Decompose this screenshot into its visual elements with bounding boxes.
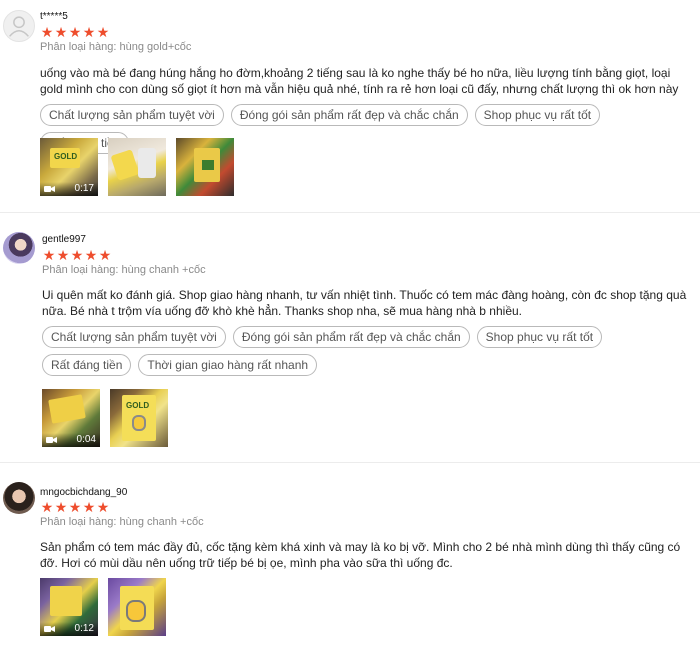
star-icon: ★ [56,247,70,263]
star-icon: ★ [84,247,98,263]
star-icon: ★ [68,24,82,40]
star-icon: ★ [54,24,68,40]
video-thumbnail[interactable]: GOLD 0:17 [40,138,98,196]
photo-thumbnail[interactable] [108,578,166,636]
star-icon: ★ [42,247,56,263]
review-media: GOLD 0:17 [40,138,234,196]
star-rating: ★★★★★ [40,500,110,514]
photo-thumbnail[interactable] [176,138,234,196]
star-icon: ★ [82,24,96,40]
review-media: 0:04 GOLD [42,389,168,447]
video-camera-icon [44,626,55,632]
video-camera-icon [46,437,57,443]
tag-value[interactable]: Rất đáng tiền [42,354,132,376]
reviewer-username: t*****5 [40,11,68,22]
review-divider [0,462,700,463]
star-rating: ★★★★★ [42,248,112,262]
review-text: uống vào mà bé đang húng hắng ho đờm,kho… [40,66,679,96]
star-icon: ★ [96,24,110,40]
star-icon: ★ [98,247,112,263]
star-icon: ★ [82,499,96,515]
tag-delivery[interactable]: Thời gian giao hàng rất nhanh [138,354,318,376]
product-variant: Phân loại hàng: hùng gold+cốc [40,41,192,53]
avatar[interactable] [3,232,35,264]
avatar-placeholder[interactable] [3,10,35,42]
tag-quality[interactable]: Chất lượng sản phẩm tuyệt vời [42,326,226,348]
tag-service[interactable]: Shop phục vụ rất tốt [474,104,601,126]
review-tags: Chất lượng sản phẩm tuyệt vời Đóng gói s… [42,326,692,376]
video-duration: 0:17 [74,183,94,194]
video-duration: 0:12 [74,623,94,634]
photo-thumbnail[interactable]: GOLD [110,389,168,447]
star-icon: ★ [40,24,54,40]
reviewer-username: mngocbichdang_90 [40,487,128,498]
product-variant: Phân loại hàng: hùng chanh +cốc [40,516,204,528]
product-variant: Phân loại hàng: hùng chanh +cốc [42,264,206,276]
tag-packaging[interactable]: Đóng gói sản phẩm rất đẹp và chắc chắn [230,104,468,126]
tag-quality[interactable]: Chất lượng sản phẩm tuyệt vời [40,104,224,126]
reviewer-username: gentle997 [42,234,86,245]
avatar[interactable] [3,482,35,514]
video-thumbnail[interactable]: 0:12 [40,578,98,636]
review-media: 0:12 [40,578,166,636]
review-text: Sản phẩm có tem mác đầy đủ, cốc tặng kèm… [40,540,681,570]
video-camera-icon [44,186,55,192]
star-rating: ★★★★★ [40,25,110,39]
star-icon: ★ [70,247,84,263]
star-icon: ★ [40,499,54,515]
star-icon: ★ [68,499,82,515]
star-icon: ★ [54,499,68,515]
star-icon: ★ [96,499,110,515]
review-divider [0,212,700,213]
video-duration: 0:04 [76,434,96,445]
tag-service[interactable]: Shop phục vụ rất tốt [476,326,603,348]
photo-thumbnail[interactable] [108,138,166,196]
tag-packaging[interactable]: Đóng gói sản phẩm rất đẹp và chắc chắn [232,326,470,348]
review-text: Ui quên mất ko đánh giá. Shop giao hàng … [42,288,687,318]
video-thumbnail[interactable]: 0:04 [42,389,100,447]
